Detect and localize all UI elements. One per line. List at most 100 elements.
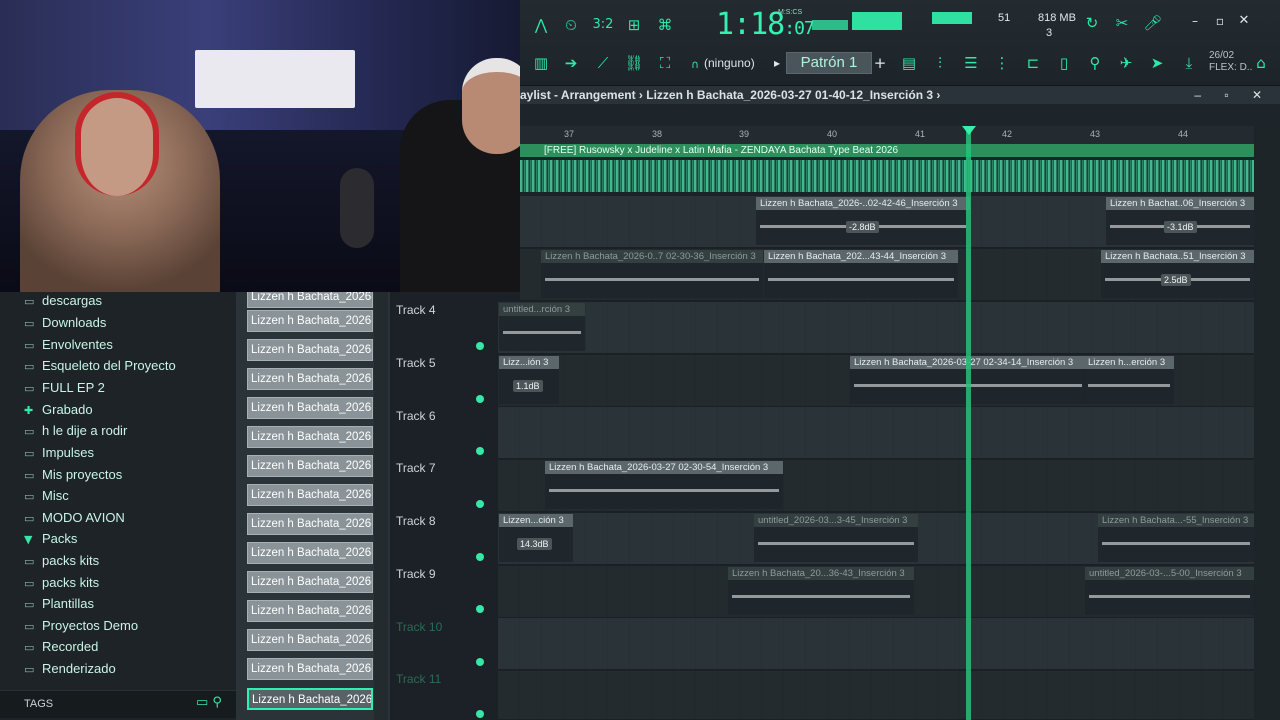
arrow-icon[interactable]: ➔	[558, 52, 584, 74]
track-lane-10[interactable]	[498, 618, 1254, 670]
browser-item[interactable]: ▭ Esqueleto del Proyecto	[24, 358, 176, 373]
playlist-scrollbar[interactable]	[1254, 126, 1280, 720]
channel-route-label[interactable]: (ninguno)	[704, 56, 755, 70]
track-enable-led[interactable]	[476, 710, 484, 718]
browser-item[interactable]: ▭ Misc	[24, 488, 69, 503]
track-enable-led[interactable]	[476, 605, 484, 613]
tempo-tap-icon[interactable]: ⋀	[528, 14, 554, 36]
track-enable-led[interactable]	[476, 342, 484, 350]
track-enable-led[interactable]	[476, 500, 484, 508]
track-enable-led[interactable]	[476, 395, 484, 403]
audio-clip[interactable]: untitled...rción 3	[499, 303, 585, 351]
track-lane-11[interactable]	[498, 671, 1254, 720]
playhead-line[interactable]	[966, 126, 971, 720]
browser-item[interactable]: ▭ Envolventes	[24, 337, 113, 352]
picker-item[interactable]: Lizzen h Bachata_2026-0...	[247, 600, 373, 622]
picker-item[interactable]: Lizzen h Bachata_2026-0...	[247, 513, 373, 535]
track-lane-6[interactable]	[498, 407, 1254, 459]
pattern-selector[interactable]: Patrón 1	[786, 52, 872, 74]
track-label[interactable]: Track 11	[396, 672, 441, 686]
mixer-faders-icon[interactable]: ⋮	[989, 52, 1015, 74]
browser-item[interactable]: ▭ Proyectos Demo	[24, 618, 138, 633]
audio-clip[interactable]: Lizzen...ción 3 14.3dB	[499, 514, 573, 562]
picker-item[interactable]: Lizzen h Bachata_2026-0...	[247, 455, 373, 477]
piano-roll-icon[interactable]: ▥	[528, 52, 554, 74]
audio-clip[interactable]: Lizzen h Bachata_2026-03-27 02-30-54_Ins…	[545, 461, 783, 509]
record-mode-icon[interactable]: ⊞	[621, 14, 647, 36]
window-close-icon[interactable]: ✕	[1231, 10, 1257, 32]
news-expand-icon[interactable]: ⌂	[1248, 52, 1274, 74]
audio-clip[interactable]: Lizzen h Bachat..06_Inserción 3 -3.1dB	[1106, 197, 1254, 245]
cut-icon[interactable]: ✂	[1109, 12, 1135, 34]
browser-item[interactable]: ▭ h le dije a rodir	[24, 423, 127, 438]
track-label[interactable]: Track 9	[396, 567, 436, 581]
audio-clip[interactable]: untitled_2026-03...3-45_Inserción 3	[754, 514, 918, 562]
picker-item[interactable]: Lizzen h Bachata_2026-0...	[247, 292, 373, 308]
picker-item[interactable]: Lizzen h Bachata_2026-0...	[247, 397, 373, 419]
track-label[interactable]: Track 4	[396, 303, 436, 317]
audio-clip[interactable]: Lizzen h...erción 3	[1084, 356, 1174, 404]
tuner-icon[interactable]: ✈	[1113, 52, 1139, 74]
track-label[interactable]: Track 8	[396, 514, 436, 528]
plugin-icon[interactable]: ⚲	[1082, 52, 1108, 74]
browser-icon[interactable]: ▯	[1051, 52, 1077, 74]
playlist-overview[interactable]	[520, 104, 1280, 126]
window-minimize-icon[interactable]: ▫	[1207, 10, 1233, 32]
download-icon[interactable]: ⤓	[1176, 52, 1202, 74]
search-icon[interactable]: ▭ ⚲	[196, 695, 222, 710]
audio-clip[interactable]: Lizzen h Bachata..51_Inserción 3 2.5dB	[1101, 250, 1254, 298]
browser-item[interactable]: ▭ Recorded	[24, 639, 98, 654]
loop-record-icon[interactable]: ⌘	[652, 14, 678, 36]
track-enable-led[interactable]	[476, 553, 484, 561]
channel-rack-icon[interactable]: ☰	[958, 52, 984, 74]
audio-clip[interactable]: Lizz...ión 3 1.1dB	[499, 356, 559, 404]
browser-item[interactable]: ▭ FULL EP 2	[24, 380, 105, 395]
picker-scrollbar[interactable]	[374, 292, 388, 720]
step-edit-icon[interactable]: 3:2	[590, 14, 616, 36]
picker-item[interactable]: Lizzen h Bachata_2026-0...	[247, 542, 373, 564]
plugin-picker-icon[interactable]: ⟋	[590, 52, 616, 74]
browser-item[interactable]: ▭ packs kits	[24, 553, 99, 568]
time-ruler[interactable]: 37 38 39 40 41 42 43 44	[520, 126, 1254, 144]
project-tree-icon[interactable]: ⊏	[1020, 52, 1046, 74]
playlist-window-controls[interactable]: – ▫ ✕	[1194, 86, 1272, 104]
track-label[interactable]: Track 6	[396, 409, 436, 423]
track-enable-led[interactable]	[476, 658, 484, 666]
audio-clip[interactable]: Lizzen h Bachata_2026-0..7 02-30-36_Inse…	[541, 250, 763, 298]
browser-item[interactable]: ▼ Packs	[24, 531, 77, 546]
track-enable-led[interactable]	[476, 447, 484, 455]
audio-clip[interactable]: Lizzen h Bachata_202...43-44_Inserción 3	[764, 250, 958, 298]
browser-item[interactable]: ▭ Impulses	[24, 445, 94, 460]
browser-item[interactable]: ▭ MODO AVION	[24, 510, 125, 525]
picker-item[interactable]: Lizzen h Bachata_2026-0...	[247, 368, 373, 390]
browser-item[interactable]: ▭ Mis proyectos	[24, 467, 122, 482]
browser-item[interactable]: ▭ Plantillas	[24, 596, 94, 611]
stamp-icon[interactable]: ⛶	[652, 52, 678, 74]
track-lane-4[interactable]	[498, 302, 1254, 354]
playlist-icon[interactable]: ▤	[896, 52, 922, 74]
picker-item[interactable]: Lizzen h Bachata_2026-0...	[247, 339, 373, 361]
undo-icon[interactable]: ↻	[1079, 12, 1105, 34]
browser-item[interactable]: ▭ packs kits	[24, 575, 99, 590]
touch-icon[interactable]: ➤	[1144, 52, 1170, 74]
browser-item[interactable]: ▭ Renderizado	[24, 661, 116, 676]
mixer-icon[interactable]: ⫶	[927, 52, 953, 74]
add-pattern-icon[interactable]: +	[867, 52, 893, 74]
link-icon[interactable]: ⛓	[621, 52, 647, 74]
browser-item[interactable]: ▭ descargas	[24, 293, 102, 308]
audio-clip[interactable]: Lizzen h Bachata_2026-..02-42-46_Inserci…	[756, 197, 970, 245]
track-label[interactable]: Track 5	[396, 356, 436, 370]
window-help-icon[interactable]: –	[1182, 10, 1208, 32]
metronome-icon[interactable]: ⏲	[558, 14, 584, 36]
news-panel[interactable]: 26/02 FLEX: D..	[1209, 50, 1252, 74]
audio-clip[interactable]: Lizzen h Bachata_20...36-43_Inserción 3	[728, 567, 914, 615]
picker-item[interactable]: Lizzen h Bachata_2026-0...	[247, 484, 373, 506]
track-label[interactable]: Track 7	[396, 461, 436, 475]
audio-clip[interactable]: untitled_2026-03-...5-00_Inserción 3	[1085, 567, 1254, 615]
audio-clip[interactable]: Lizzen h Bachata...-55_Inserción 3	[1098, 514, 1254, 562]
microphone-icon[interactable]: 🎤︎	[1140, 12, 1166, 34]
picker-item[interactable]: Lizzen h Bachata_2026-0...	[247, 571, 373, 593]
browser-item[interactable]: ✚ Grabado	[24, 402, 93, 417]
picker-item[interactable]: Lizzen h Bachata_2026-0...	[247, 310, 373, 332]
browser-item[interactable]: ▭ Downloads	[24, 315, 106, 330]
